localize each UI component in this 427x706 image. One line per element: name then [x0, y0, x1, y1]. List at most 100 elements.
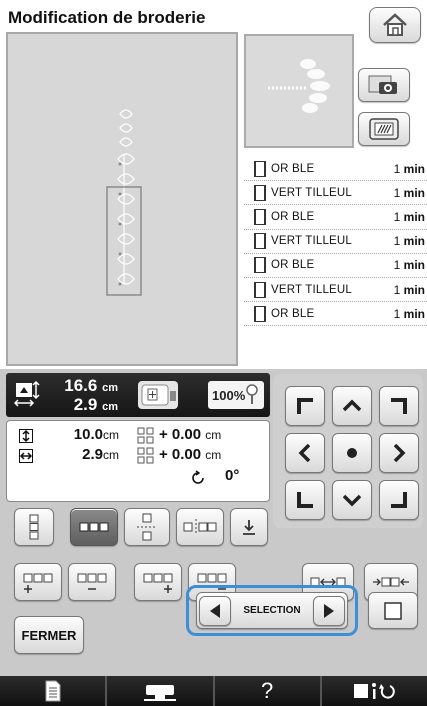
thread-time: 1 min	[369, 234, 427, 248]
thread-spool-icon	[254, 208, 266, 225]
square-icon	[384, 601, 402, 620]
center-dot-icon	[347, 448, 357, 458]
height-value: 10.0cm	[37, 426, 119, 443]
offset-y-unit: cm	[205, 448, 222, 462]
thread-row: VERT TILLEUL 1 min	[244, 278, 427, 303]
frame-size-button[interactable]	[138, 381, 178, 409]
decrease-width-button[interactable]	[68, 563, 116, 601]
select-frame-button[interactable]	[368, 592, 418, 629]
thread-row: OR BLE 1 min	[244, 157, 427, 182]
thread-time-value: 1	[393, 258, 401, 273]
chevron-left-icon	[298, 443, 311, 463]
move-down-right-button[interactable]	[379, 480, 419, 520]
selection-previous-button[interactable]	[199, 595, 231, 626]
width-unit: cm	[102, 382, 118, 394]
machine-settings-icon	[354, 683, 396, 699]
triangle-left-icon	[210, 603, 220, 618]
zoom-level: 100%	[212, 387, 246, 403]
move-up-left-button[interactable]	[285, 386, 325, 426]
layout-horizontal-spacing-button[interactable]	[176, 508, 224, 546]
thread-row: OR BLE 1 min	[244, 254, 427, 278]
move-right-button[interactable]	[379, 433, 419, 473]
thread-time-unit: min	[403, 161, 425, 176]
bottom-toolbar: ?	[0, 676, 427, 706]
layout-vertical-button[interactable]	[14, 508, 54, 546]
rotation-value: 0°	[225, 467, 240, 484]
thread-time-unit: min	[403, 185, 425, 200]
stitch-frame-icon	[369, 118, 399, 140]
preview-design-graphic	[268, 59, 330, 113]
camera-scan-button[interactable]	[358, 68, 410, 102]
move-down-button[interactable]	[332, 480, 372, 520]
move-down-left-button[interactable]	[285, 480, 325, 520]
move-up-right-button[interactable]	[379, 386, 419, 426]
home-button[interactable]	[369, 7, 421, 43]
camera-icon	[368, 75, 397, 94]
height-number: 2.9	[73, 395, 98, 414]
close-button[interactable]: FERMER	[14, 616, 84, 654]
thread-time-value: 1	[393, 209, 401, 224]
center-button[interactable]	[332, 433, 372, 473]
stitch-preview-button[interactable]	[358, 112, 410, 146]
thread-name: VERT TILLEUL	[271, 235, 353, 248]
layout-horizontal-button[interactable]	[70, 508, 118, 546]
remove-spacing-icon	[77, 573, 107, 590]
thread-time-value: 1	[393, 306, 401, 321]
height-number: 10.0	[73, 426, 103, 443]
thread-spool-icon	[254, 305, 266, 322]
move-up-button[interactable]	[332, 386, 372, 426]
thread-time-unit: min	[403, 282, 425, 297]
offset-x-unit: cm	[205, 428, 222, 442]
thread-time-unit: min	[403, 306, 425, 321]
zoom-button[interactable]: 100%	[208, 381, 264, 409]
thread-name: VERT TILLEUL	[271, 283, 353, 296]
triangle-right-icon	[323, 603, 334, 618]
move-left-button[interactable]	[285, 433, 325, 473]
size-icon	[14, 381, 40, 407]
embroidery-design-graphic	[106, 109, 142, 296]
rotate-icon	[192, 470, 204, 484]
arrow-down-left-icon	[297, 492, 313, 508]
thread-color-list: OR BLE 1 min VERT TILLEUL 1 min OR BLE 1 min V…	[244, 157, 427, 327]
thread-spool-icon	[254, 257, 266, 274]
increase-width-button[interactable]	[14, 563, 62, 601]
size-width-value: 16.6 cm	[48, 376, 118, 396]
arrow-down-right-icon	[391, 492, 407, 508]
add-element-icon	[143, 573, 173, 593]
embroidery-canvas[interactable]	[6, 32, 238, 366]
selection-control: SELECTION	[196, 592, 348, 629]
thread-time-unit: min	[403, 209, 425, 224]
height-arrow-icon	[19, 429, 33, 443]
layout-vertical-spacing-button[interactable]	[124, 508, 170, 546]
thread-row: VERT TILLEUL 1 min	[244, 230, 427, 254]
thread-time-unit: min	[403, 234, 425, 249]
thread-row: VERT TILLEUL 1 min	[244, 181, 427, 206]
move-vertical-icon	[137, 427, 154, 444]
help-button[interactable]: ?	[215, 676, 322, 706]
thread-time-value: 1	[393, 161, 401, 176]
thread-time: 1 min	[369, 162, 427, 176]
arrow-up-right-icon	[391, 398, 407, 414]
thread-spool-icon	[254, 281, 266, 298]
thread-spool-icon	[254, 184, 266, 201]
thread-time-value: 1	[393, 185, 401, 200]
add-element-button[interactable]	[134, 563, 182, 601]
machine-button[interactable]	[107, 676, 215, 706]
vertical-spacing-icon	[137, 513, 157, 541]
thread-spool-icon	[254, 233, 266, 250]
sewing-order-button[interactable]	[230, 508, 268, 546]
thread-time: 1 min	[369, 210, 427, 224]
settings-button[interactable]	[322, 676, 427, 706]
horizontal-spacing-icon	[183, 519, 217, 535]
width-value: 2.9cm	[37, 446, 119, 463]
move-horizontal-icon	[137, 447, 154, 464]
document-button[interactable]	[0, 676, 108, 706]
width-number: 2.9	[82, 446, 103, 463]
page-title: Modification de broderie	[8, 8, 206, 27]
sewing-machine-icon	[143, 685, 176, 701]
offset-x-value: + 0.00 cm	[159, 446, 221, 463]
thread-time-value: 1	[393, 282, 401, 297]
question-mark-icon: ?	[261, 678, 274, 703]
add-spacing-icon	[23, 573, 53, 593]
selection-next-button[interactable]	[312, 595, 345, 626]
